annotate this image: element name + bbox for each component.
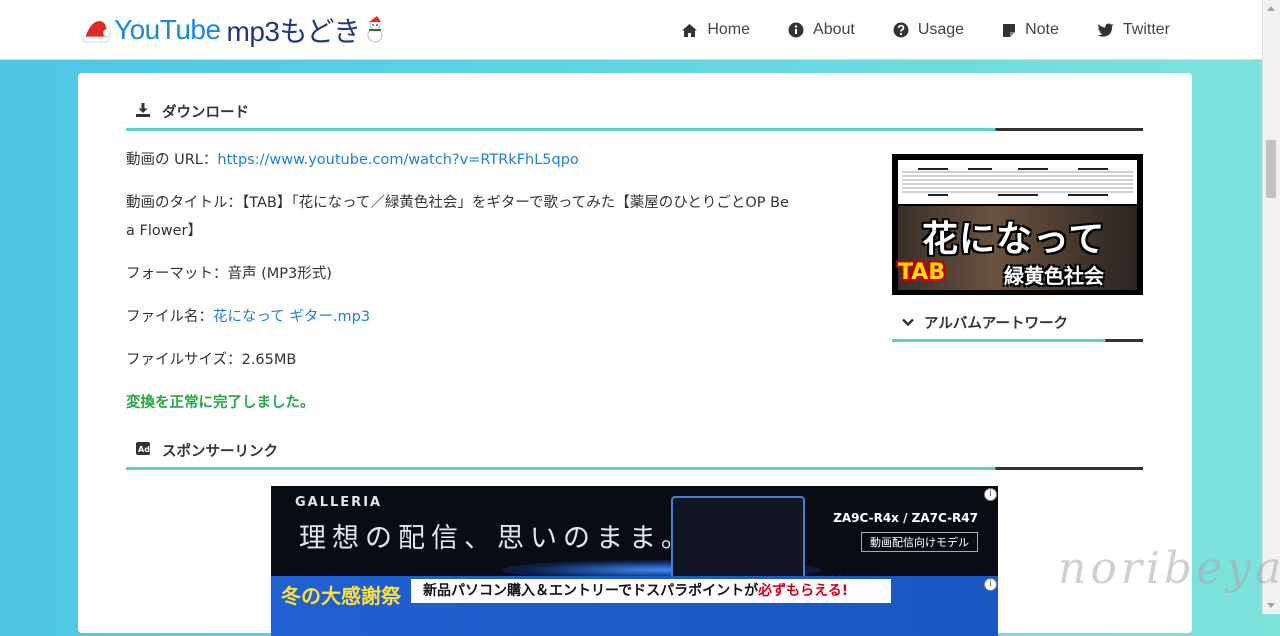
ad2-banner-red: 必ずもらえる! xyxy=(758,583,849,599)
page-scrollbar[interactable] xyxy=(1262,0,1280,614)
santa-hat-icon xyxy=(82,15,112,45)
nav-usage-label: Usage xyxy=(917,21,965,38)
sponsor-heading: スポンサーリンク xyxy=(162,444,278,460)
conversion-status: 変換を正常に完了しました。 xyxy=(126,395,315,411)
sponsor-divider xyxy=(126,467,1143,470)
scroll-down-arrow-icon[interactable] xyxy=(1267,603,1275,608)
ad2-banner-b: ＆エントリーでドスパラポイントが xyxy=(535,583,759,599)
content-card: ダウンロード 動画の URL：https://www.youtube.com/w… xyxy=(78,73,1192,636)
home-icon xyxy=(681,23,698,38)
download-info: 動画の URL：https://www.youtube.com/watch?v=… xyxy=(126,145,871,425)
download-icon xyxy=(136,102,150,121)
nav-home[interactable]: Home xyxy=(681,21,750,39)
video-title-cont: a Flower】 xyxy=(126,223,202,239)
scroll-thumb[interactable] xyxy=(1266,140,1276,198)
thumbnail-artist-text: 緑黄色社会 xyxy=(1004,264,1104,288)
logo-text-youtube: YouTube xyxy=(114,14,221,45)
ad-brand: GALLERIA xyxy=(295,495,383,510)
download-heading: ダウンロード xyxy=(162,105,249,121)
snowman-icon xyxy=(363,16,387,44)
album-art-toggle[interactable]: アルバムアートワーク xyxy=(892,306,1143,342)
filename-label: ファイル名： xyxy=(126,309,213,325)
nav-home-label: Home xyxy=(707,21,751,38)
filesize-value: 2.65MB xyxy=(241,352,297,368)
section-divider xyxy=(126,128,1143,131)
ad-copy: 理想の配信、思いのまま。 xyxy=(299,523,694,554)
url-row: 動画の URL：https://www.youtube.com/watch?v=… xyxy=(126,145,579,175)
site-logo[interactable]: YouTube mp3もどき xyxy=(82,12,387,48)
album-art-divider xyxy=(892,339,1143,342)
filename-row: ファイル名：花になって ギター.mp3 xyxy=(126,302,370,332)
nav-twitter-label: Twitter xyxy=(1122,21,1170,38)
watermark: noribeya xyxy=(1058,543,1280,594)
video-thumbnail[interactable]: 花になって TAB 緑黄色社会 xyxy=(892,154,1143,295)
logo-text-mp3: mp3もどき xyxy=(226,16,362,47)
sponsor-section-header: Ad スポンサーリンク xyxy=(126,430,1143,470)
format-value: 音声 (MP3形式) xyxy=(227,266,332,282)
download-section-header: ダウンロード xyxy=(126,91,1143,131)
format-label: フォーマット： xyxy=(126,266,228,282)
ad2-info-icon[interactable]: i xyxy=(984,578,997,591)
nav-note[interactable]: Note xyxy=(1002,21,1059,39)
svg-text:Ad: Ad xyxy=(138,445,150,454)
ad2-left-text: 冬の大感謝祭 xyxy=(281,584,401,608)
nav-twitter[interactable]: Twitter xyxy=(1097,21,1170,39)
nav-usage[interactable]: Usage xyxy=(893,21,964,39)
filesize-label: ファイルサイズ： xyxy=(126,352,242,368)
info-icon xyxy=(788,22,804,38)
ad-icon: Ad xyxy=(136,442,150,459)
video-url-link[interactable]: https://www.youtube.com/watch?v=RTRkFhL5… xyxy=(217,152,578,168)
album-art-heading: アルバムアートワーク xyxy=(924,316,1068,332)
tab-score-image xyxy=(898,160,1137,204)
ad2-banner: 新品パソコン購入＆エントリーでドスパラポイントが必ずもらえる! xyxy=(411,579,891,603)
title-row: 動画のタイトル：【TAB】「花になって／緑黄色社会」をギターで歌ってみた【薬屋の… xyxy=(126,188,789,246)
ad2-banner-a: 新品パソコン購入 xyxy=(423,583,535,599)
video-title: 【TAB】「花になって／緑黄色社会」をギターで歌ってみた【薬屋のひとりごとOP … xyxy=(242,195,789,211)
nav-about[interactable]: About xyxy=(788,21,855,39)
note-icon xyxy=(1002,23,1016,38)
twitter-icon xyxy=(1097,23,1114,37)
nav-note-label: Note xyxy=(1025,21,1059,38)
main-nav: Home About Usage Note Twitter xyxy=(681,0,1170,60)
filesize-row: ファイルサイズ：2.65MB xyxy=(126,345,296,375)
thumbnail-tab-text: TAB xyxy=(898,260,946,285)
title-label: 動画のタイトル： xyxy=(126,195,242,211)
advertisement-banner-1[interactable]: GALLERIA 理想の配信、思いのまま。 ZA9C-R4x / ZA7C-R4… xyxy=(271,486,998,576)
url-label: 動画の URL： xyxy=(126,152,218,168)
ad-info-icon[interactable]: i xyxy=(984,488,997,501)
ad-model: ZA9C-R4x / ZA7C-R47 xyxy=(833,511,978,525)
question-icon xyxy=(893,22,909,38)
chevron-down-icon xyxy=(902,315,914,331)
scroll-up-arrow-icon[interactable] xyxy=(1267,6,1275,11)
top-navbar: YouTube mp3もどき Home About Usage Note Twi… xyxy=(0,0,1280,60)
format-row: フォーマット：音声 (MP3形式) xyxy=(126,259,332,289)
ad-model-sub: 動画配信向けモデル xyxy=(861,532,978,552)
mp3-download-link[interactable]: 花になって ギター.mp3 xyxy=(213,309,370,325)
thumbnail-title-text: 花になって xyxy=(922,219,1106,260)
advertisement-banner-2[interactable]: 冬の大感謝祭 新品パソコン購入＆エントリーでドスパラポイントが必ずもらえる! xyxy=(271,576,998,636)
nav-about-label: About xyxy=(813,21,855,38)
